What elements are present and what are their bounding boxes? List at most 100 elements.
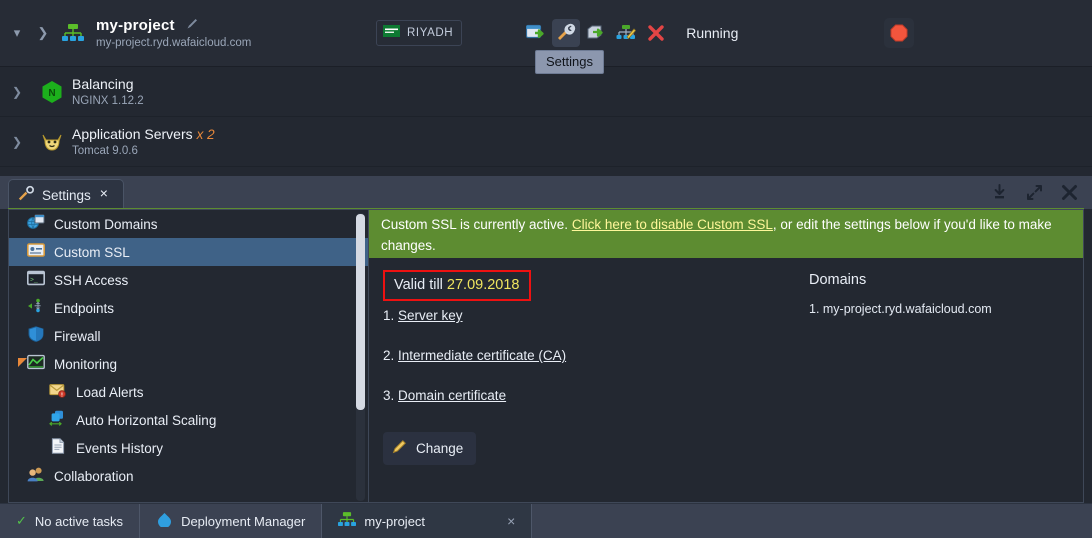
certificate-link[interactable]: Domain certificate	[398, 388, 506, 403]
custom-domains-icon	[27, 214, 45, 235]
sidebar-item-label: Monitoring	[54, 356, 118, 372]
certificate-row: 3. Domain certificate	[383, 388, 566, 428]
node-text: Balancing NGINX 1.12.2	[72, 76, 144, 107]
close-icon[interactable]	[1061, 184, 1078, 201]
certificate-number: 1.	[383, 308, 395, 323]
environment-domain[interactable]: my-project.ryd.wafaicloud.com	[96, 37, 346, 49]
region-badge: RIYADH	[376, 20, 463, 46]
stop-octagon-icon[interactable]	[884, 18, 915, 48]
disable-custom-ssl-link[interactable]: Click here to disable Custom SSL	[572, 217, 773, 232]
banner-prefix: Custom SSL is currently active.	[381, 217, 572, 232]
status-tasks[interactable]: ✓ No active tasks	[0, 504, 141, 538]
certificate-row: 2. Intermediate certificate (CA)	[383, 348, 566, 388]
certificate-number: 3.	[383, 388, 395, 403]
sidebar-item-collaboration[interactable]: Collaboration	[9, 462, 368, 490]
certificate-number: 2.	[383, 348, 395, 363]
sidebar-item-firewall[interactable]: Firewall	[9, 322, 368, 350]
node-subtitle: NGINX 1.12.2	[72, 95, 144, 107]
change-button-label: Change	[416, 441, 464, 456]
open-in-browser-icon[interactable]	[522, 19, 550, 47]
environment-toolbar	[522, 19, 670, 47]
node-title: Balancing	[72, 76, 134, 92]
sidebar-item-label: Firewall	[54, 328, 101, 344]
status-project-tab[interactable]: my-project ×	[322, 504, 533, 538]
sidebar-item-events-history[interactable]: Events History	[9, 434, 368, 462]
clone-environment-icon[interactable]	[582, 19, 610, 47]
nginx-icon: N	[34, 80, 70, 104]
pencil-icon	[392, 438, 408, 459]
certificate-link[interactable]: Intermediate certificate (CA)	[398, 348, 566, 363]
chevron-right-icon[interactable]: ❯	[0, 85, 34, 99]
expanded-toggle-icon[interactable]	[16, 355, 28, 373]
pencil-icon[interactable]	[186, 17, 199, 35]
sidebar-item-label: Collaboration	[54, 468, 134, 484]
settings-panel: Custom Domains Custom SSL >_ SSH Access …	[8, 209, 1084, 503]
ssh-access-icon: >_	[27, 270, 45, 291]
maximize-icon[interactable]	[1026, 184, 1043, 201]
status-project-label: my-project	[364, 513, 426, 529]
domain-list-item: 1. my-project.ryd.wafaicloud.com	[809, 302, 992, 316]
certificate-row: 1. Server key	[383, 308, 566, 348]
settings-sidebar: Custom Domains Custom SSL >_ SSH Access …	[9, 210, 369, 502]
change-topology-icon[interactable]	[612, 19, 640, 47]
settings-icon[interactable]	[552, 19, 581, 47]
certificate-list: 1. Server key 2. Intermediate certificat…	[383, 308, 566, 428]
svg-text:>_: >_	[30, 276, 38, 283]
chevron-right-icon[interactable]: ❯	[0, 135, 34, 149]
sidebar-item-label: Endpoints	[54, 300, 115, 316]
change-button[interactable]: Change	[383, 432, 477, 465]
expand-environment-chevron[interactable]: ❯	[30, 25, 56, 41]
saudi-flag-icon	[383, 24, 400, 42]
certificate-link[interactable]: Server key	[398, 308, 463, 323]
load-alerts-envelope-icon: !	[49, 382, 67, 403]
svg-text:!: !	[61, 392, 63, 398]
domains-title: Domains	[809, 272, 867, 288]
sidebar-item-custom-domains[interactable]: Custom Domains	[9, 210, 368, 238]
download-icon[interactable]	[991, 184, 1008, 201]
sidebar-item-custom-ssl[interactable]: Custom SSL	[9, 238, 368, 266]
status-deployment-manager-label: Deployment Manager	[181, 513, 306, 529]
status-bar: ✓ No active tasks Deployment Manager my-…	[0, 503, 1092, 538]
sidebar-item-label: Load Alerts	[76, 384, 144, 400]
environment-topology-icon	[338, 512, 357, 530]
node-title: Application Servers	[72, 126, 193, 142]
collaboration-users-icon	[27, 466, 45, 487]
sidebar-item-monitoring[interactable]: Monitoring	[9, 350, 368, 378]
tab-settings-label: Settings	[42, 188, 91, 203]
environment-topology-icon	[56, 24, 90, 42]
status-banner: Custom SSL is currently active. Click he…	[369, 210, 1083, 258]
sidebar-item-label: Auto Horizontal Scaling	[76, 412, 217, 428]
settings-content: Custom SSL is currently active. Click he…	[369, 210, 1083, 502]
sidebar-item-auto-horizontal-scaling[interactable]: Auto Horizontal Scaling	[9, 406, 368, 434]
node-row[interactable]: ❯ Application Servers x 2 Tomcat 9.0.6	[0, 117, 1092, 167]
delete-icon[interactable]	[642, 19, 670, 47]
endpoints-icon	[27, 298, 45, 319]
domains-column: Domains 1. my-project.ryd.wafaicloud.com	[809, 272, 992, 316]
valid-till-date: 27.09.2018	[446, 277, 520, 293]
close-icon[interactable]: ×	[100, 185, 108, 201]
sidebar-scrollbar-thumb[interactable]	[356, 214, 365, 410]
window-tabbar: Settings ×	[0, 176, 1092, 211]
collapse-all-chevron[interactable]: ▾	[4, 25, 30, 41]
sidebar-item-label: Custom SSL	[54, 244, 130, 260]
svg-text:N: N	[48, 88, 55, 99]
sidebar-item-load-alerts[interactable]: ! Load Alerts	[9, 378, 368, 406]
tomcat-icon	[34, 131, 70, 153]
valid-till-highlight: Valid till 27.09.2018	[383, 270, 531, 301]
events-history-document-icon	[49, 437, 67, 459]
sidebar-item-label: Events History	[76, 440, 164, 456]
node-row[interactable]: ❯ N Balancing NGINX 1.12.2	[0, 67, 1092, 117]
sidebar-item-endpoints[interactable]: Endpoints	[9, 294, 368, 322]
settings-icon	[18, 185, 35, 207]
settings-tooltip: Settings	[535, 50, 604, 74]
tab-settings[interactable]: Settings ×	[8, 179, 124, 211]
close-icon[interactable]: ×	[507, 513, 515, 529]
status-tasks-label: No active tasks	[34, 513, 124, 529]
environment-status: Running	[686, 25, 739, 41]
firewall-shield-icon	[27, 325, 45, 347]
sidebar-item-ssh-access[interactable]: >_ SSH Access	[9, 266, 368, 294]
node-count: x 2	[196, 127, 215, 142]
status-deployment-manager[interactable]: Deployment Manager	[140, 504, 323, 538]
check-icon: ✓	[16, 513, 27, 528]
sidebar-item-label: Custom Domains	[54, 216, 158, 232]
